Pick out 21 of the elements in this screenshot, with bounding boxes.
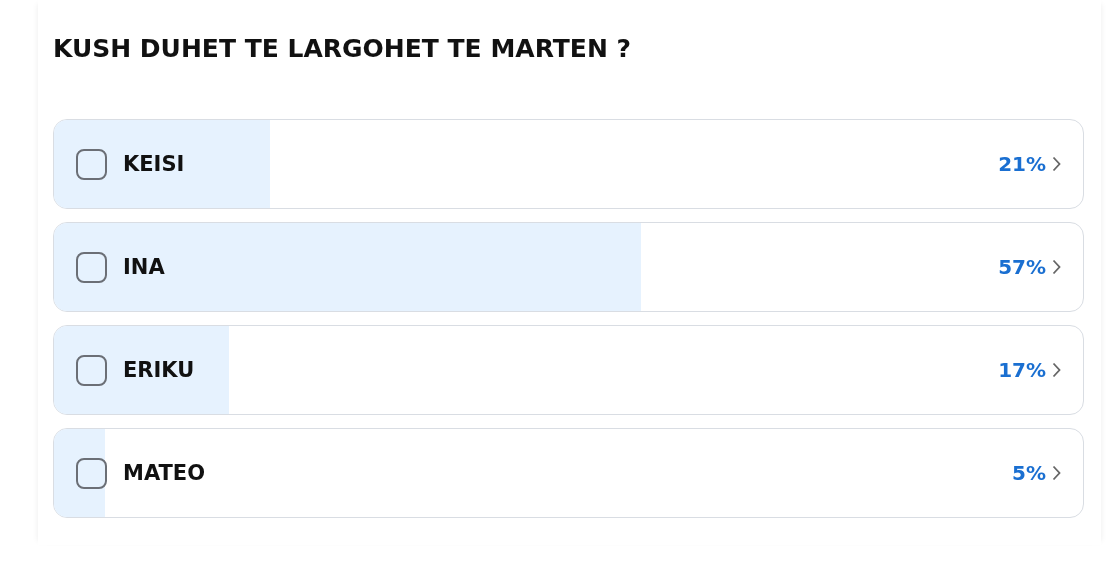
chevron-icon [1052,156,1061,172]
poll-option[interactable]: INA 57% [53,222,1084,312]
option-label: ERIKU [123,358,196,382]
poll-option[interactable]: MATEO 5% [53,428,1084,518]
checkbox[interactable] [76,354,107,386]
poll-option[interactable]: ERIKU 17% [53,325,1084,415]
checkbox[interactable] [76,457,107,489]
option-label: KEISI [123,152,186,176]
chevron-icon [1052,465,1061,481]
vote-percent: 21% [998,152,1046,176]
option-label: MATEO [123,461,207,485]
poll-option[interactable]: KEISI 21% [53,119,1084,209]
checkbox[interactable] [76,251,107,283]
chevron-icon [1052,259,1061,275]
poll-question: KUSH DUHET TE LARGOHET TE MARTEN ? [53,34,632,63]
vote-percent: 17% [998,358,1046,382]
chevron-icon [1052,362,1061,378]
checkbox[interactable] [76,148,107,180]
vote-percent: 5% [1012,461,1046,485]
option-label: INA [123,255,166,279]
vote-percent: 57% [998,255,1046,279]
